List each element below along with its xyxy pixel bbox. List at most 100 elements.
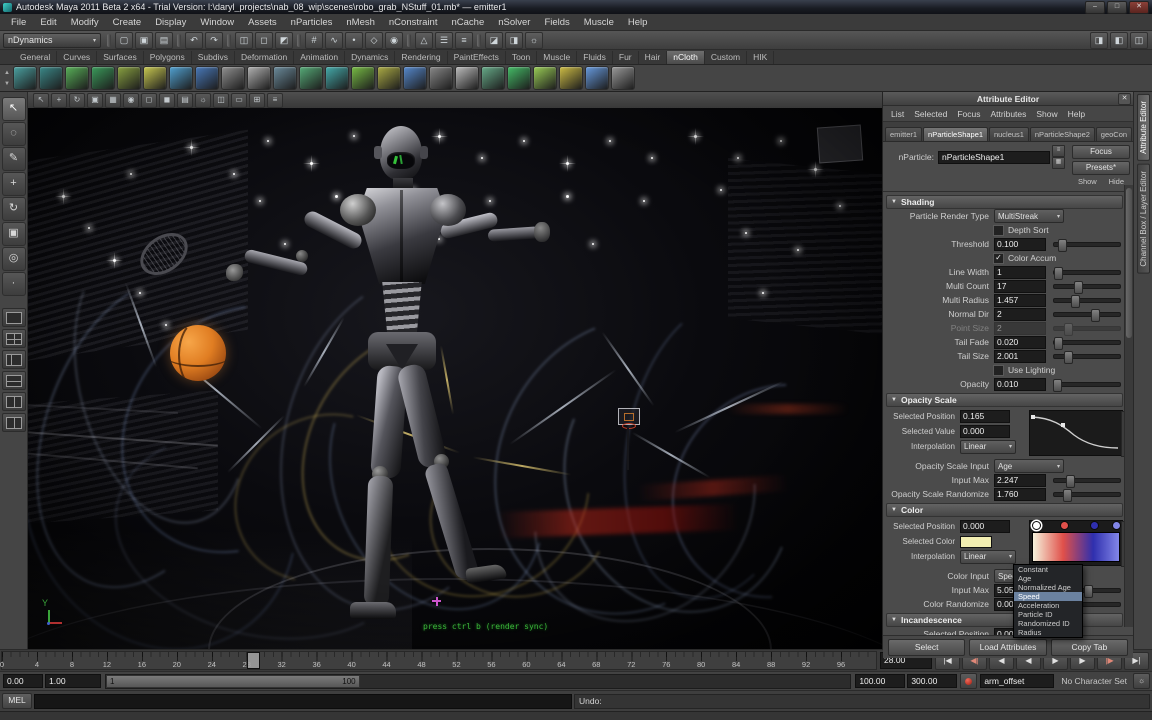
shelf-icon-12[interactable]: [299, 66, 323, 90]
menu-ncache[interactable]: nCache: [444, 15, 491, 30]
shelf-icon-23[interactable]: [585, 66, 609, 90]
attribute-editor-scrollbar[interactable]: [1124, 185, 1133, 627]
select-tool[interactable]: ↖: [2, 97, 26, 121]
ramp-handle[interactable]: [1032, 521, 1041, 530]
shelf-tab-rendering[interactable]: Rendering: [395, 51, 447, 64]
scale-icon[interactable]: ▣: [87, 93, 103, 108]
particle-render-type-dropdown[interactable]: MultiStreak▾: [994, 209, 1064, 223]
slider-handle[interactable]: [1053, 379, 1062, 392]
section-shading[interactable]: ▼Shading: [886, 195, 1123, 209]
shelf-icon-22[interactable]: [559, 66, 583, 90]
dropdown-option-normalized-age[interactable]: Normalized Age: [1014, 583, 1082, 592]
selected-position-field[interactable]: 0.165: [960, 410, 1010, 423]
hide-toggle[interactable]: Hide: [1109, 177, 1124, 186]
shaded-icon[interactable]: ◼: [159, 93, 175, 108]
minimize-button[interactable]: –: [1085, 1, 1105, 14]
render-settings-icon[interactable]: ☼: [525, 32, 543, 49]
slider-handle[interactable]: [1064, 351, 1073, 364]
shelf-icon-11[interactable]: [273, 66, 297, 90]
dropdown-option-acceleration[interactable]: Acceleration: [1014, 601, 1082, 610]
shelf-icon-17[interactable]: [429, 66, 453, 90]
shelf-icon-21[interactable]: [533, 66, 557, 90]
shelf-icon-4[interactable]: [91, 66, 115, 90]
point-size-field[interactable]: 2: [994, 322, 1046, 335]
menu-muscle[interactable]: Muscle: [577, 15, 621, 30]
two-pane-stacked-layout[interactable]: [2, 371, 26, 390]
playback-end-field[interactable]: 100.00: [855, 674, 905, 688]
mel-toggle-button[interactable]: MEL: [2, 693, 32, 709]
universal-manipulator-tool[interactable]: ◎: [2, 247, 26, 271]
ae-menu-focus[interactable]: Focus: [952, 109, 985, 119]
shelf-icon-1[interactable]: [13, 66, 37, 90]
color-ramp-gradient[interactable]: [1032, 532, 1120, 562]
menu-file[interactable]: File: [4, 15, 33, 30]
snap-to-curve-icon[interactable]: ∿: [325, 32, 343, 49]
color-ramp[interactable]: ▸: [1029, 520, 1123, 566]
slider-handle[interactable]: [1074, 281, 1083, 294]
select-icon[interactable]: ↖: [33, 93, 49, 108]
textured-icon[interactable]: ▤: [177, 93, 193, 108]
move-icon[interactable]: +: [51, 93, 67, 108]
shelf-tab-toon[interactable]: Toon: [506, 51, 537, 64]
ae-tab-nparticleshape1[interactable]: nParticleShape1: [923, 127, 988, 141]
outliner-persp-layout[interactable]: [2, 413, 26, 432]
shelf-tab-fluids[interactable]: Fluids: [577, 51, 613, 64]
paint-select-tool[interactable]: ✎: [2, 147, 26, 171]
multi-count-field[interactable]: 17: [994, 280, 1046, 293]
three-pane-layout[interactable]: [2, 392, 26, 411]
input-max-field[interactable]: 2.247: [994, 474, 1046, 487]
move-tool[interactable]: +: [2, 172, 26, 196]
menu-nconstraint[interactable]: nConstraint: [382, 15, 445, 30]
opacity-scale-randomize-slider[interactable]: [1053, 492, 1121, 497]
opacity-scale-randomize-field[interactable]: 1.760: [994, 488, 1046, 501]
new-scene-icon[interactable]: ▢: [115, 32, 133, 49]
shelf-tab-hik[interactable]: HIK: [747, 51, 774, 64]
ae-menu-attributes[interactable]: Attributes: [985, 109, 1031, 119]
shelf-icon-19[interactable]: [481, 66, 505, 90]
animation-start-field[interactable]: 0.00: [3, 674, 43, 688]
group-separator[interactable]: [107, 34, 111, 47]
shelf-icon-5[interactable]: [117, 66, 141, 90]
lighting-icon[interactable]: ☼: [195, 93, 211, 108]
dropdown-option-particle-id[interactable]: Particle ID: [1014, 610, 1082, 619]
isolate-icon[interactable]: ◫: [213, 93, 229, 108]
menu-window[interactable]: Window: [193, 15, 241, 30]
focus-button[interactable]: Focus: [1072, 145, 1130, 159]
ae-tab-nparticleshape2[interactable]: nParticleShape2: [1030, 127, 1095, 141]
threshold-field[interactable]: 0.100: [994, 238, 1046, 251]
slider-handle[interactable]: [1054, 337, 1063, 350]
slider-handle[interactable]: [1084, 585, 1093, 598]
menu-set-dropdown[interactable]: nDynamics ▾: [3, 33, 101, 48]
tail-size-slider[interactable]: [1053, 354, 1121, 359]
opacity-scale-input-dropdown[interactable]: Age▾: [994, 459, 1064, 473]
shelf-icon-15[interactable]: [377, 66, 401, 90]
command-input[interactable]: [34, 694, 572, 709]
shelf-icon-16[interactable]: [403, 66, 427, 90]
panel-tab-channel-box-layer-editor[interactable]: Channel Box / Layer Editor: [1137, 164, 1150, 274]
normal-dir-slider[interactable]: [1053, 312, 1121, 317]
node-graph-icon[interactable]: ▦: [1052, 157, 1065, 169]
select-by-component-icon[interactable]: ◩: [275, 32, 293, 49]
menu-nparticles[interactable]: nParticles: [284, 15, 340, 30]
ramp-handle[interactable]: [1060, 521, 1069, 530]
animation-end-field[interactable]: 300.00: [907, 674, 957, 688]
group-separator[interactable]: [477, 34, 481, 47]
line-width-slider[interactable]: [1053, 270, 1121, 275]
multi-radius-slider[interactable]: [1053, 298, 1121, 303]
menu-edit[interactable]: Edit: [33, 15, 63, 30]
time-slider[interactable]: 0481216202428323640444852566064687276808…: [1, 651, 877, 670]
shelf-tab-surfaces[interactable]: Surfaces: [97, 51, 144, 64]
close-button[interactable]: ✕: [1129, 1, 1149, 14]
ae-tab-emitter1[interactable]: emitter1: [885, 127, 922, 141]
shelf-icon-24[interactable]: [611, 66, 635, 90]
construction-history-icon[interactable]: ☰: [435, 32, 453, 49]
four-pane-layout[interactable]: [2, 329, 26, 348]
shelf-tab-hair[interactable]: Hair: [639, 51, 668, 64]
multi-count-slider[interactable]: [1053, 284, 1121, 289]
rotate-icon[interactable]: ↻: [69, 93, 85, 108]
menu-help[interactable]: Help: [621, 15, 655, 30]
section-incandescence[interactable]: ▼Incandescence: [886, 613, 1123, 627]
color-accum-checkbox[interactable]: ✓: [993, 253, 1004, 264]
scale-tool[interactable]: ▣: [2, 222, 26, 246]
multi-radius-field[interactable]: 1.457: [994, 294, 1046, 307]
